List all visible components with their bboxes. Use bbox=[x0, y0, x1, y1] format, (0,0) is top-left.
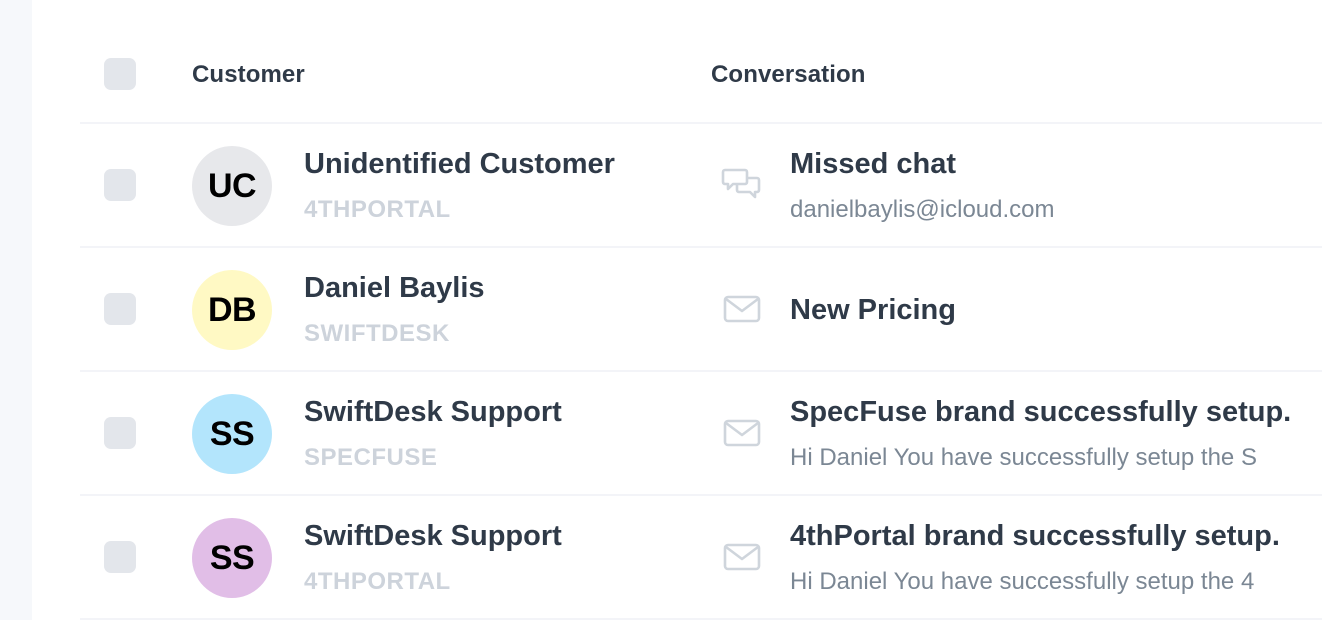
table-row[interactable]: UC Unidentified Customer 4THPORTAL Misse… bbox=[80, 124, 1322, 248]
conversation-title[interactable]: Missed chat bbox=[790, 148, 956, 181]
customer-name[interactable]: SwiftDesk Support bbox=[304, 520, 562, 553]
column-header-conversation[interactable]: Conversation bbox=[711, 61, 866, 89]
customer-brand: SPECFUSE bbox=[304, 444, 438, 471]
avatar: SS bbox=[192, 394, 272, 474]
customer-brand: 4THPORTAL bbox=[304, 196, 451, 223]
table-row[interactable]: SS SwiftDesk Support 4THPORTAL 4thPortal… bbox=[80, 496, 1322, 620]
customer-brand: 4THPORTAL bbox=[304, 568, 451, 595]
chat-bubbles-icon bbox=[721, 164, 763, 206]
column-header-customer[interactable]: Customer bbox=[192, 61, 305, 89]
customer-name[interactable]: Unidentified Customer bbox=[304, 148, 615, 181]
envelope-icon bbox=[721, 412, 763, 454]
conversation-subtitle: Hi Daniel You have successfully setup th… bbox=[790, 568, 1255, 595]
row-checkbox[interactable] bbox=[104, 169, 136, 201]
row-checkbox[interactable] bbox=[104, 417, 136, 449]
conversations-table: Customer Conversation UC Unidentified Cu… bbox=[80, 0, 1322, 620]
table-row[interactable]: DB Daniel Baylis SWIFTDESK New Pricing bbox=[80, 248, 1322, 372]
customer-name[interactable]: Daniel Baylis bbox=[304, 272, 485, 305]
conversation-subtitle: Hi Daniel You have successfully setup th… bbox=[790, 444, 1257, 471]
sidebar-edge bbox=[0, 0, 32, 620]
envelope-icon bbox=[721, 288, 763, 330]
row-checkbox[interactable] bbox=[104, 541, 136, 573]
row-checkbox[interactable] bbox=[104, 293, 136, 325]
conversation-title[interactable]: 4thPortal brand successfully setup. bbox=[790, 520, 1280, 553]
conversation-subtitle: danielbaylis@icloud.com bbox=[790, 196, 1055, 223]
customer-brand: SWIFTDESK bbox=[304, 320, 450, 347]
select-all-checkbox[interactable] bbox=[104, 58, 136, 90]
table-header: Customer Conversation bbox=[80, 0, 1322, 124]
avatar: SS bbox=[192, 518, 272, 598]
avatar: DB bbox=[192, 270, 272, 350]
conversation-title[interactable]: New Pricing bbox=[790, 294, 956, 327]
customer-name[interactable]: SwiftDesk Support bbox=[304, 396, 562, 429]
table-row[interactable]: SS SwiftDesk Support SPECFUSE SpecFuse b… bbox=[80, 372, 1322, 496]
avatar: UC bbox=[192, 146, 272, 226]
conversation-title[interactable]: SpecFuse brand successfully setup. bbox=[790, 396, 1291, 429]
envelope-icon bbox=[721, 536, 763, 578]
